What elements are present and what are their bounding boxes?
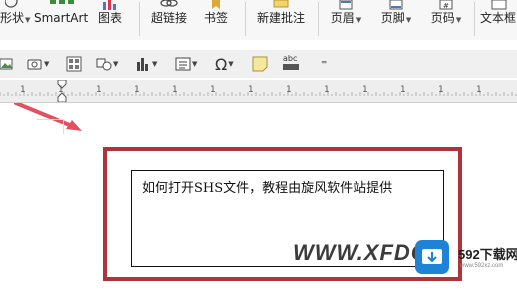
ruler-number: 1 bbox=[476, 85, 482, 95]
sticky-note-button[interactable] bbox=[252, 54, 268, 74]
margin-corner-mark bbox=[37, 119, 64, 134]
sticky-note-icon bbox=[252, 56, 268, 72]
chart-icon bbox=[103, 0, 116, 10]
insert-toolbar: ▼ ▼ ▼ ▼ Ω ▼ abc ⁼ bbox=[0, 50, 517, 78]
ruler-number: 1 bbox=[400, 85, 406, 95]
picture-button[interactable] bbox=[0, 54, 14, 74]
word-art-button[interactable]: abc bbox=[283, 54, 299, 74]
ribbon-header-button[interactable]: 页眉▼ bbox=[326, 0, 366, 27]
screenshot-button[interactable]: ▼ bbox=[27, 54, 49, 74]
ruler-number: 1 bbox=[362, 85, 368, 95]
smartart-icon bbox=[50, 0, 74, 4]
ruler-number: 1 bbox=[134, 85, 140, 95]
textbox-small-button[interactable]: ▼ bbox=[175, 54, 197, 74]
download-logo-icon bbox=[422, 249, 442, 264]
ribbon-shape-button[interactable]: 形状▼ bbox=[0, 0, 30, 27]
ruler-number: 1 bbox=[438, 85, 444, 95]
horizontal-ruler[interactable]: 1 1 1 1 1 1 1 1 1 1 1 1 1 bbox=[0, 79, 517, 103]
ruler-number: 1 bbox=[58, 85, 64, 95]
ribbon-bookmark-button[interactable]: 书签 bbox=[200, 0, 232, 25]
textbox-small-icon bbox=[175, 57, 191, 71]
ribbon-separator bbox=[474, 2, 475, 36]
bar-chart-button[interactable]: ▼ bbox=[135, 54, 157, 74]
footer-icon bbox=[389, 0, 403, 10]
hyperlink-icon bbox=[160, 0, 178, 7]
ribbon-separator bbox=[139, 2, 140, 36]
ribbon-separator bbox=[245, 2, 246, 36]
logo-text: 592下载网 bbox=[458, 247, 517, 262]
ruler-number: 1 bbox=[210, 85, 216, 95]
ruler-number: 1 bbox=[20, 85, 26, 95]
svg-text:#: # bbox=[443, 2, 449, 10]
ribbon-chart-button[interactable]: 图表 bbox=[95, 0, 125, 25]
ribbon-smartart-button[interactable]: SmartArt bbox=[34, 0, 88, 25]
ribbon-page-number-button[interactable]: # 页码▼ bbox=[426, 0, 466, 27]
header-icon bbox=[339, 0, 353, 10]
logo-tile-icon bbox=[415, 240, 449, 274]
ruler-number: 1 bbox=[286, 85, 292, 95]
ruler-number: 1 bbox=[172, 85, 178, 95]
ribbon-textbox-button[interactable]: 文本框 bbox=[480, 0, 517, 25]
shapes-button[interactable]: ▼ bbox=[96, 54, 118, 74]
ribbon-hyperlink-button[interactable]: 超链接 bbox=[148, 0, 190, 25]
ribbon-separator bbox=[318, 2, 319, 36]
watermark-text: WWW.XFDC bbox=[293, 240, 428, 265]
ruler-number: 1 bbox=[96, 85, 102, 95]
bar-chart-icon bbox=[137, 58, 148, 71]
page-number-icon: # bbox=[439, 0, 453, 10]
screenshot-icon bbox=[27, 59, 42, 70]
ruler-number: 1 bbox=[248, 85, 254, 95]
shapes-icon bbox=[96, 58, 112, 71]
more-icon: ⁼ bbox=[321, 57, 328, 71]
symbol-button[interactable]: Ω ▼ bbox=[215, 54, 234, 74]
symbol-icon: Ω bbox=[215, 54, 228, 74]
more-toolbar-button[interactable]: ⁼ bbox=[321, 54, 327, 74]
picture-icon bbox=[0, 58, 13, 70]
site-logo: 592下载网 www.592xz.com bbox=[412, 235, 517, 279]
ribbon-new-comment-button[interactable]: 新建批注 bbox=[252, 0, 310, 25]
new-comment-icon bbox=[273, 0, 289, 8]
object-button[interactable] bbox=[66, 54, 82, 74]
shape-icon bbox=[5, 0, 18, 8]
word-art-icon: abc bbox=[283, 54, 298, 63]
bookmark-icon bbox=[212, 0, 220, 9]
ruler-number: 1 bbox=[324, 85, 330, 95]
textbox-text: 如何打开SHS文件，教程由旋风软件站提供 bbox=[142, 181, 393, 196]
word-art-underline-icon bbox=[283, 64, 299, 70]
object-icon bbox=[66, 56, 82, 72]
textbox-icon bbox=[491, 0, 506, 10]
ribbon-footer-button[interactable]: 页脚▼ bbox=[376, 0, 416, 27]
logo-url: www.592xz.com bbox=[460, 263, 504, 269]
insert-ribbon: 形状▼ SmartArt 图表 超链接 书签 新建批注 页眉▼ 页脚▼ # 页码… bbox=[0, 0, 517, 40]
